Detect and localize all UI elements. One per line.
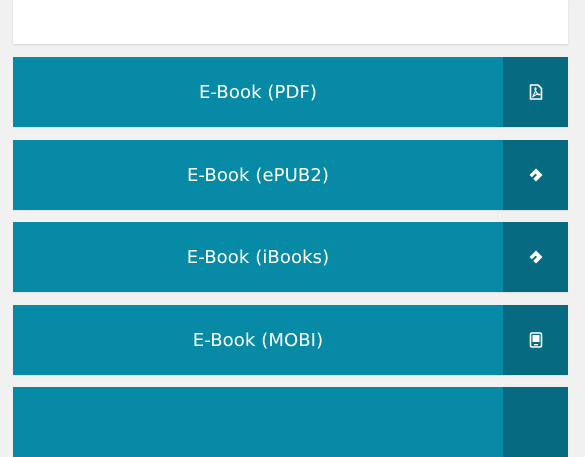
download-epub2-button[interactable]: E-Book (ePUB2) <box>13 140 568 210</box>
button-label-area: E-Book (ePUB2) <box>13 140 503 210</box>
button-icon-area <box>503 222 568 292</box>
kindle-device-icon <box>529 332 543 348</box>
button-label-area: E-Book (iBooks) <box>13 222 503 292</box>
download-ibooks-button[interactable]: E-Book (iBooks) <box>13 222 568 292</box>
top-card <box>13 0 568 44</box>
next-download-button[interactable] <box>13 387 568 457</box>
button-label-area: E-Book (MOBI) <box>13 305 503 375</box>
button-label: E-Book (MOBI) <box>192 329 324 351</box>
download-pdf-button[interactable]: E-Book (PDF) <box>13 57 568 127</box>
button-icon-area <box>503 305 568 375</box>
button-icon-area <box>503 387 568 457</box>
download-mobi-button[interactable]: E-Book (MOBI) <box>13 305 568 375</box>
button-label: E-Book (iBooks) <box>186 246 330 268</box>
button-icon-area <box>503 140 568 210</box>
epub-icon <box>528 249 544 265</box>
button-label: E-Book (ePUB2) <box>186 164 330 186</box>
button-label-area: E-Book (PDF) <box>13 57 503 127</box>
button-icon-area <box>503 57 568 127</box>
button-label: E-Book (PDF) <box>198 81 318 103</box>
pdf-file-icon <box>529 84 543 100</box>
epub-icon <box>528 167 544 183</box>
button-label-area <box>13 387 503 457</box>
